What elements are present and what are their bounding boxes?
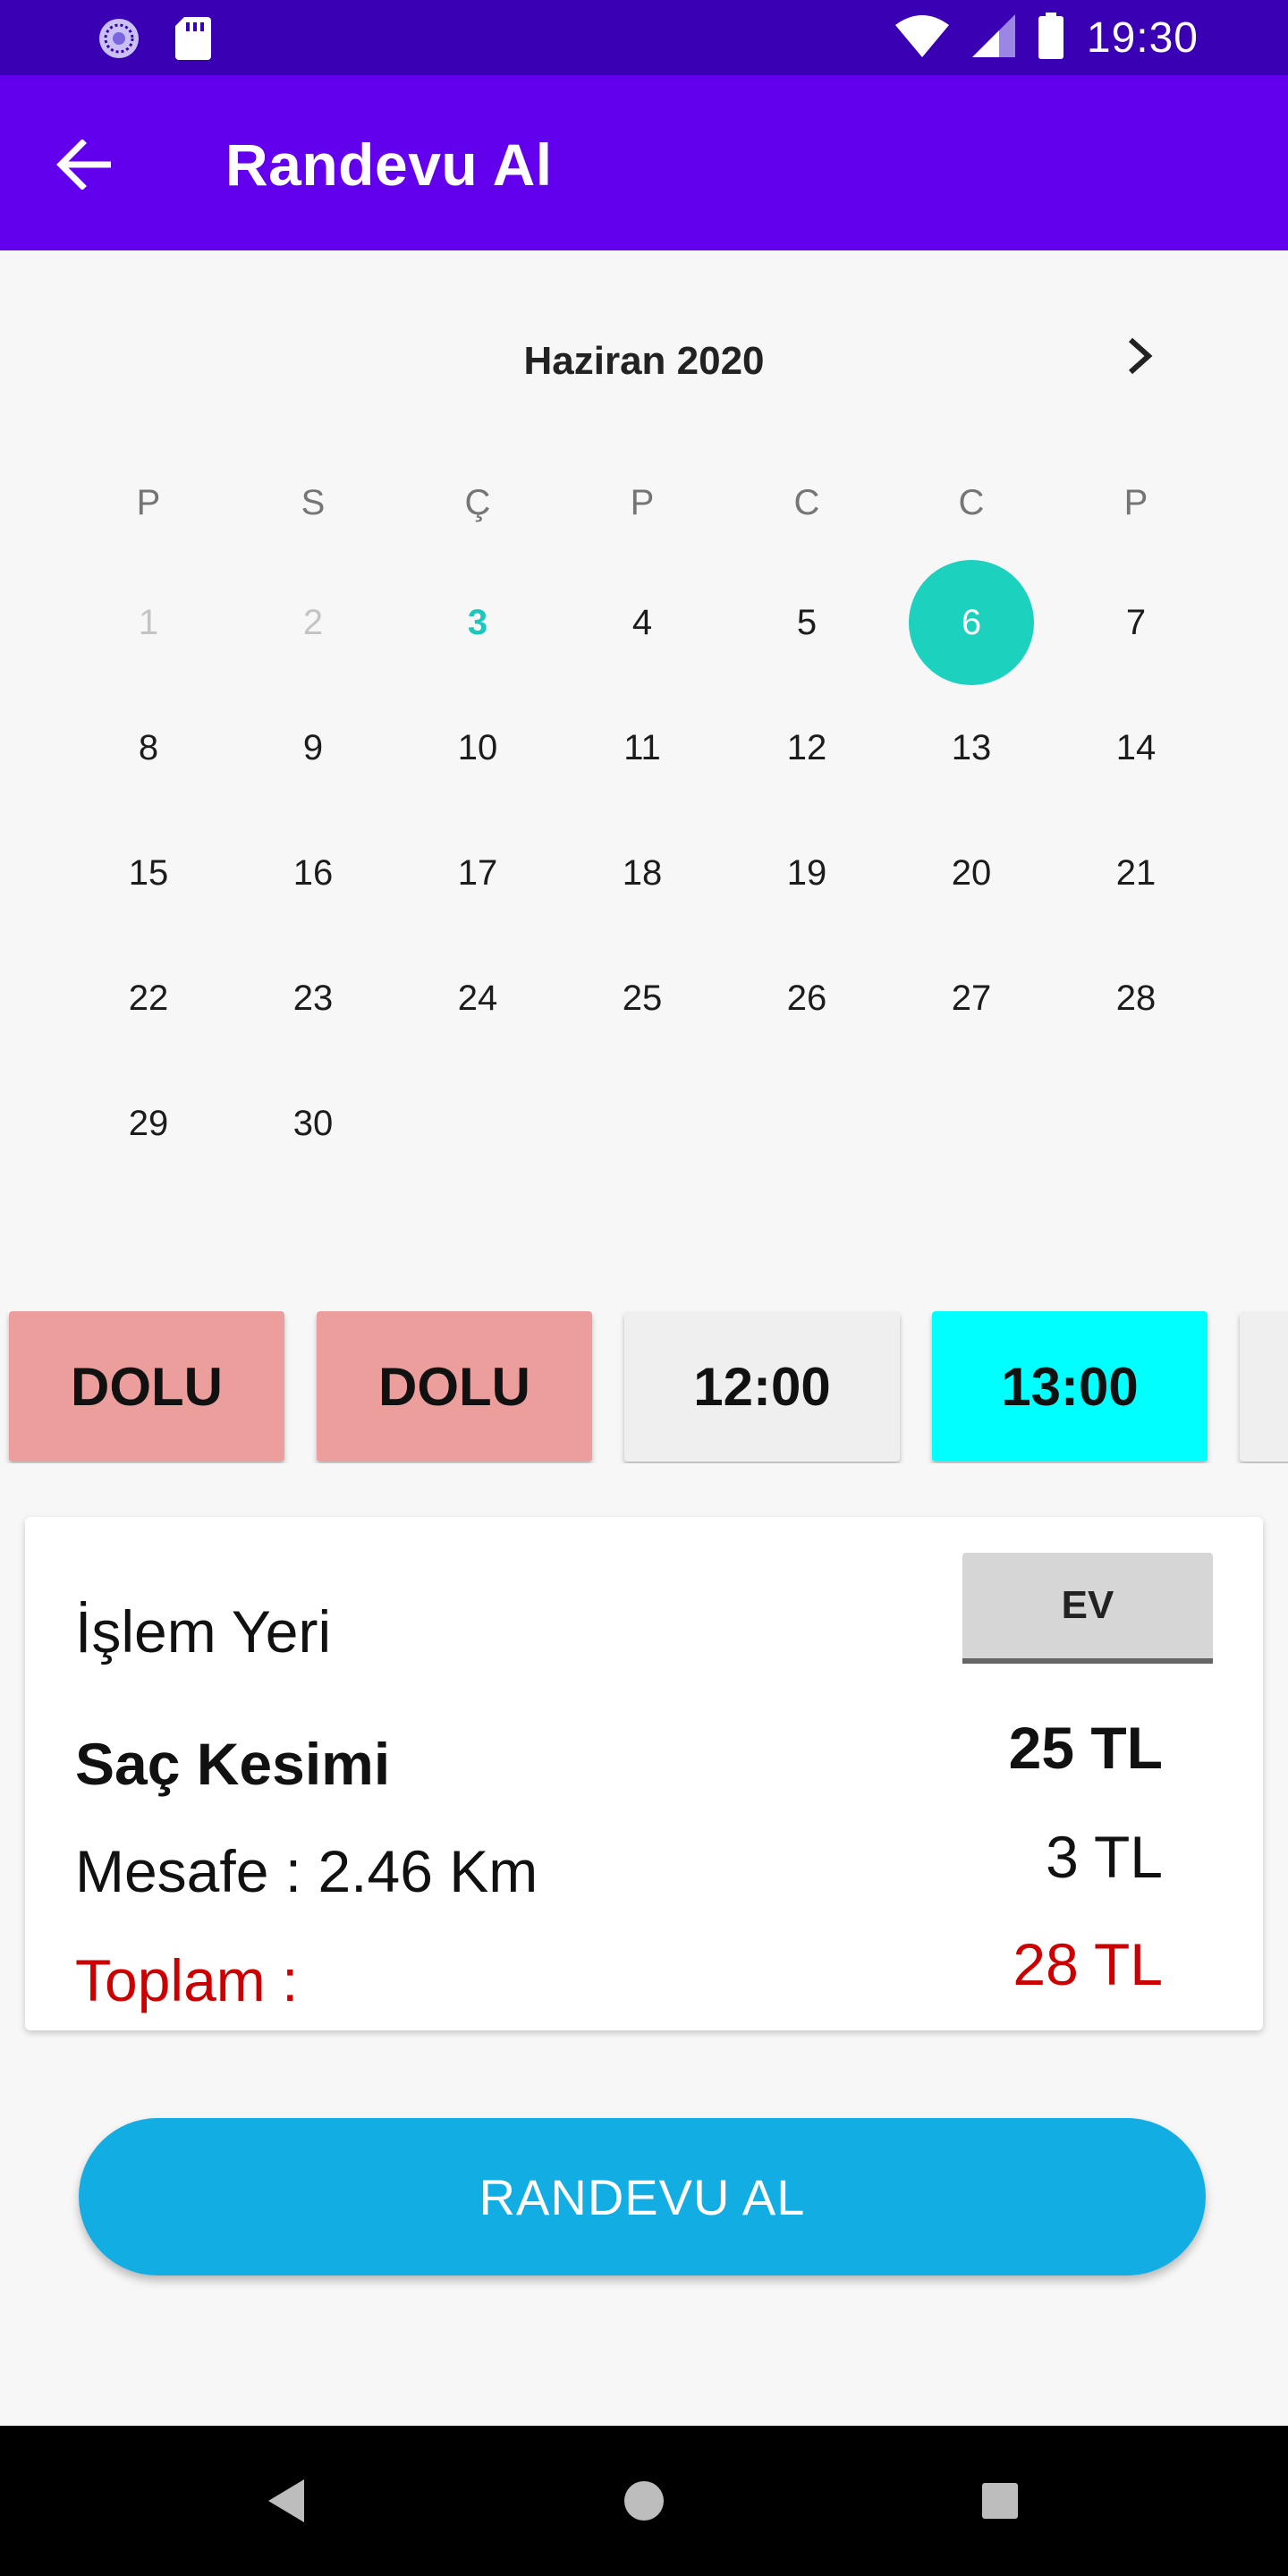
time-slot[interactable]: 12:00: [624, 1311, 900, 1462]
calendar-day[interactable]: 18: [580, 810, 705, 936]
weekday-label: P: [630, 482, 655, 522]
total-price: 28 TL: [1013, 1931, 1163, 1997]
calendar-day[interactable]: 13: [909, 685, 1034, 810]
arrow-left-icon: [55, 138, 113, 194]
time-slot-full: DOLU: [317, 1311, 592, 1462]
time-slot-selected[interactable]: 13:00: [932, 1311, 1208, 1462]
weekday-label: C: [958, 482, 985, 522]
weekday-label: P: [1123, 482, 1148, 522]
time-slot-partial[interactable]: [1240, 1311, 1288, 1462]
status-bar: 19:30: [0, 0, 1288, 75]
place-label: İşlem Yeri: [75, 1598, 332, 1665]
book-appointment-button[interactable]: RANDEVU AL: [79, 2118, 1206, 2275]
wifi-icon: [894, 14, 949, 62]
calendar-day[interactable]: 26: [744, 936, 869, 1061]
calendar-day[interactable]: 12: [744, 685, 869, 810]
status-time: 19:30: [1086, 13, 1199, 62]
calendar-day[interactable]: 27: [909, 936, 1034, 1061]
week-row: 29 30: [0, 1088, 1288, 1159]
calendar-day[interactable]: 11: [580, 685, 705, 810]
back-triangle-icon[interactable]: [254, 2469, 318, 2533]
calendar-day-today[interactable]: 3: [415, 560, 540, 685]
calendar-day[interactable]: 28: [1073, 936, 1199, 1061]
calendar-day[interactable]: 17: [415, 810, 540, 936]
week-row: 22 23 24 25 26 27 28: [0, 962, 1288, 1034]
week-row: 8 9 10 11 12 13 14: [0, 712, 1288, 784]
weekday-label: C: [793, 482, 820, 522]
calendar-day[interactable]: 10: [415, 685, 540, 810]
signal-icon: [971, 14, 1015, 62]
calendar-day: 1: [138, 602, 159, 642]
app-bar: Randevu Al: [0, 75, 1288, 250]
battery-icon: [1038, 13, 1063, 64]
time-slot-list[interactable]: DOLU DOLU 12:00 13:00: [0, 1311, 1288, 1463]
total-label: Toplam :: [75, 1947, 299, 2013]
system-nav-bar: [0, 2426, 1288, 2576]
calendar-day[interactable]: 30: [250, 1061, 376, 1186]
calendar-day[interactable]: 29: [86, 1061, 211, 1186]
calendar-day[interactable]: 19: [744, 810, 869, 936]
calendar-day[interactable]: 8: [86, 685, 211, 810]
calendar-day[interactable]: 9: [250, 685, 376, 810]
calendar-day[interactable]: 4: [580, 560, 705, 685]
calendar-day[interactable]: 22: [86, 936, 211, 1061]
calendar-day[interactable]: 14: [1073, 685, 1199, 810]
service-name: Saç Kesimi: [75, 1731, 391, 1797]
calendar-day: 2: [302, 602, 324, 642]
calendar: Haziran 2020 P S Ç P C C P 1 2 3 4 5 6 7…: [0, 250, 1288, 1234]
page-title: Randevu Al: [225, 131, 553, 198]
weekday-label: Ç: [464, 482, 491, 522]
home-circle-icon[interactable]: [612, 2469, 676, 2533]
week-row: 15 16 17 18 19 20 21: [0, 837, 1288, 909]
next-month-button[interactable]: [1113, 331, 1166, 385]
calendar-day[interactable]: 23: [250, 936, 376, 1061]
back-button[interactable]: [50, 132, 118, 200]
calendar-day-selected[interactable]: 6: [909, 560, 1034, 685]
sync-icon: [97, 16, 141, 65]
calendar-day[interactable]: 5: [744, 560, 869, 685]
recents-square-icon[interactable]: [968, 2469, 1032, 2533]
appointment-summary-card: İşlem Yeri EV Saç Kesimi 25 TL Mesafe : …: [25, 1517, 1263, 2030]
sd-card-icon: [175, 17, 211, 64]
weekday-label: P: [136, 482, 161, 522]
month-title: Haziran 2020: [523, 339, 765, 383]
calendar-day[interactable]: 20: [909, 810, 1034, 936]
place-select-button[interactable]: EV: [962, 1553, 1213, 1664]
calendar-day[interactable]: 16: [250, 810, 376, 936]
chevron-right-icon: [1125, 336, 1154, 380]
calendar-day[interactable]: 24: [415, 936, 540, 1061]
distance-price: 3 TL: [1046, 1824, 1163, 1890]
service-price: 25 TL: [1008, 1715, 1163, 1781]
weekday-label: S: [301, 482, 326, 522]
distance-label: Mesafe : 2.46 Km: [75, 1838, 538, 1904]
week-row: 1 2 3 4 5 6 7: [0, 560, 1288, 685]
calendar-day[interactable]: 15: [86, 810, 211, 936]
calendar-day[interactable]: 7: [1073, 560, 1199, 685]
calendar-day[interactable]: 21: [1073, 810, 1199, 936]
time-slot-full: DOLU: [9, 1311, 284, 1462]
calendar-day[interactable]: 25: [580, 936, 705, 1061]
weekday-row: P S Ç P C C P: [0, 467, 1288, 538]
